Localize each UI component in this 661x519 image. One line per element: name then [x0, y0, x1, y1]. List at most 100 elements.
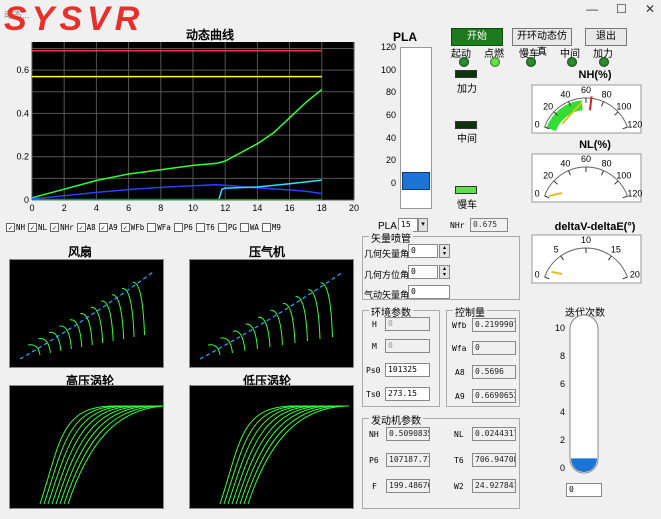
- pla-dropdown-icon[interactable]: ▾: [418, 218, 428, 232]
- checkbox-box-icon[interactable]: ✓: [28, 223, 38, 232]
- ctl-wfa-label: Wfa: [452, 344, 467, 353]
- eng-nh-value: 0.5090835: [386, 427, 430, 441]
- iteration-tick-label: 0: [559, 463, 565, 473]
- turbine-speed-line: [51, 405, 159, 505]
- checkbox-box-icon[interactable]: ✓: [120, 223, 130, 232]
- turbine-speed-line: [239, 405, 349, 505]
- checkbox-box-icon[interactable]: [173, 223, 183, 232]
- x-tick-label: 16: [285, 203, 295, 213]
- checkbox-label: T6: [205, 223, 215, 232]
- checkbox-wa[interactable]: WA: [239, 223, 259, 232]
- geom-azimuth-spinner-icon[interactable]: ▴ ▾: [439, 265, 450, 279]
- nhr-value: 0.675: [470, 218, 508, 232]
- geom-azimuth-input[interactable]: 0: [408, 265, 438, 279]
- nl-gauge-title: NL(%): [579, 139, 611, 151]
- speed-line: [220, 337, 233, 354]
- maximize-button[interactable]: ☐: [616, 2, 627, 16]
- iteration-value: 0: [566, 483, 602, 497]
- checkbox-box-icon[interactable]: [147, 223, 157, 232]
- eng-f-value: 199.48676: [386, 479, 430, 493]
- pla-tick-label: 80: [385, 87, 396, 98]
- checkbox-p6[interactable]: P6: [173, 223, 193, 232]
- checkbox-box-icon[interactable]: [217, 223, 227, 232]
- nhr-label: NHr: [450, 221, 465, 230]
- operating-line: [199, 271, 344, 360]
- checkbox-wfb[interactable]: ✓ WFb: [120, 223, 145, 232]
- eng-w2-label: W2: [454, 482, 464, 491]
- geom-vector-angle-spinner-icon[interactable]: ▴ ▾: [439, 244, 450, 258]
- checkbox-nl[interactable]: ✓ NL: [28, 223, 47, 232]
- x-tick-label: 2: [62, 203, 67, 213]
- checkbox-label: P6: [183, 223, 193, 232]
- eng-p6-label: P6: [369, 456, 379, 465]
- delta-gauge: 0 5 10 15 20: [531, 234, 642, 284]
- checkbox-m9[interactable]: M9: [261, 223, 281, 232]
- speed-line: [207, 344, 221, 356]
- checkbox-label: NH: [16, 223, 26, 232]
- checkbox-label: WA: [249, 223, 259, 232]
- checkbox-a9[interactable]: ✓ A9: [98, 223, 118, 232]
- iteration-scale: 10 8 6 4 2 0: [545, 315, 565, 475]
- checkbox-t6[interactable]: T6: [195, 223, 215, 232]
- checkbox-label: M9: [271, 223, 281, 232]
- gauge-tick-label: 120: [627, 188, 642, 198]
- exit-button[interactable]: 退出: [585, 28, 627, 46]
- eng-w2-value: 24.927841: [472, 479, 516, 493]
- gauge-tick-label: 60: [581, 85, 591, 95]
- pla-tick-label: 60: [385, 110, 396, 120]
- checkbox-a8[interactable]: ✓ A8: [76, 223, 96, 232]
- speed-line: [307, 289, 321, 340]
- env-ps0-input[interactable]: 101325: [385, 363, 430, 377]
- iteration-tick-label: 6: [559, 379, 565, 389]
- env-ts0-input[interactable]: 273.15: [385, 387, 430, 401]
- eng-p6-value: 107187.71: [386, 453, 430, 467]
- pla-tick-label: 120: [380, 42, 396, 52]
- pla-slider-thumb[interactable]: [402, 172, 430, 191]
- start-button[interactable]: 开始: [451, 28, 503, 46]
- checkbox-label: NL: [38, 223, 48, 232]
- pla-tick-label: 20: [385, 155, 396, 166]
- checkbox-box-icon[interactable]: ✓: [76, 223, 86, 232]
- delta-gauge-title: deltaV-deltaE(°): [554, 221, 636, 233]
- x-tick-label: 14: [252, 203, 262, 213]
- speed-line: [101, 300, 114, 342]
- checkbox-nh[interactable]: ✓ NH: [6, 223, 25, 232]
- open-loop-sim-button[interactable]: 开环动态仿真: [512, 28, 572, 58]
- close-button[interactable]: ✕: [645, 2, 655, 16]
- eng-t6-label: T6: [454, 456, 464, 465]
- aero-vector-angle-input[interactable]: 0: [408, 285, 450, 299]
- compressor-map-plot: [189, 259, 354, 368]
- checkbox-pg[interactable]: PG: [217, 223, 237, 232]
- pla-tick-label: 40: [385, 132, 396, 143]
- ctl-wfa-value: 0: [472, 341, 516, 355]
- checkbox-wfa[interactable]: WFa: [147, 223, 171, 232]
- checkbox-box-icon[interactable]: ✓: [98, 223, 108, 232]
- checkbox-box-icon[interactable]: ✓: [50, 223, 60, 232]
- env-m-input[interactable]: 0: [385, 339, 430, 353]
- gauge-tick-label: 40: [560, 89, 570, 99]
- checkbox-label: WFb: [130, 223, 145, 232]
- gauge-tick-label: 40: [560, 158, 570, 168]
- pla-slider-track[interactable]: [400, 47, 432, 209]
- idle-lamp-icon: [455, 186, 477, 194]
- checkbox-label: A8: [86, 223, 96, 232]
- checkbox-box-icon[interactable]: ✓: [6, 223, 15, 232]
- turbine-speed-line: [219, 405, 349, 505]
- checkbox-box-icon[interactable]: [239, 223, 249, 232]
- env-h-input[interactable]: 0: [385, 317, 430, 331]
- turbine-speed-line: [247, 405, 349, 505]
- minimize-button[interactable]: —: [586, 2, 598, 16]
- afterburner-lamp-icon: [455, 70, 477, 78]
- ctl-a9-value: 0.6690653: [472, 389, 516, 403]
- pla-tick-label: 100: [380, 64, 396, 75]
- gauge-tick-label: 100: [616, 101, 631, 111]
- checkbox-box-icon[interactable]: [195, 223, 205, 232]
- checkbox-nhr[interactable]: ✓ NHr: [50, 223, 74, 232]
- series-checkboxes: ✓ NH ✓ NL ✓ NHr ✓ A8 ✓ A9 ✓ WFb WFa P6 T6 PG WA M9: [6, 223, 281, 232]
- y-tick-label: 0.4: [16, 108, 29, 118]
- turbine-speed-line: [63, 405, 159, 505]
- speed-line: [111, 294, 125, 340]
- iteration-tick-label: 2: [559, 435, 565, 445]
- checkbox-box-icon[interactable]: [261, 223, 271, 232]
- geom-vector-angle-input[interactable]: 0: [408, 244, 438, 258]
